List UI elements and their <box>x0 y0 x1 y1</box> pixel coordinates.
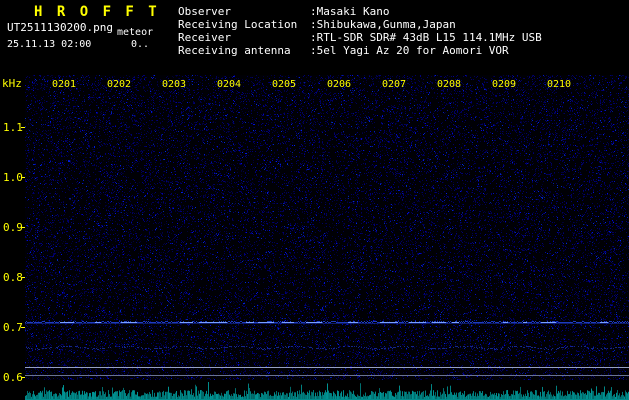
spectrogram-canvas <box>25 75 629 380</box>
output-filename: UT2511130200.png <box>7 21 113 34</box>
level-strip-canvas <box>25 382 629 400</box>
y-axis-tick <box>21 127 25 128</box>
y-axis-tick <box>21 277 25 278</box>
x-tick-label: 0208 <box>437 79 461 90</box>
x-tick-label: 0205 <box>272 79 296 90</box>
x-tick-label: 0206 <box>327 79 351 90</box>
app-title: H R O F F T <box>34 4 160 20</box>
y-axis-tick <box>21 327 25 328</box>
observer-value: :Masaki Kano <box>310 5 389 18</box>
y-tick-label: 0.8 <box>3 271 23 284</box>
antenna-label: Receiving antenna <box>178 44 310 57</box>
y-tick-label: 0.7 <box>3 321 23 334</box>
x-tick-label: 0204 <box>217 79 241 90</box>
receiver-label: Receiver <box>178 31 310 44</box>
y-axis-tick <box>21 177 25 178</box>
receiver-value: :RTL-SDR SDR# 43dB L15 114.1MHz USB <box>310 31 542 44</box>
x-tick-label: 0202 <box>107 79 131 90</box>
location-value: :Shibukawa,Gunma,Japan <box>310 18 456 31</box>
y-axis-unit: kHz <box>2 77 22 90</box>
station-info: Observer :Masaki Kano Receiving Location… <box>178 5 542 57</box>
x-tick-label: 0203 <box>162 79 186 90</box>
hrofft-screen: H R O F F T UT2511130200.png meteor 25.1… <box>0 0 629 400</box>
x-tick-label: 0209 <box>492 79 516 90</box>
y-axis-tick <box>21 377 25 378</box>
station-info-row: Receiving Location :Shibukawa,Gunma,Japa… <box>178 18 542 31</box>
y-tick-label: 0.9 <box>3 221 23 234</box>
station-info-row: Receiver :RTL-SDR SDR# 43dB L15 114.1MHz… <box>178 31 542 44</box>
y-axis-tick <box>21 227 25 228</box>
y-tick-label: 1.0 <box>3 171 23 184</box>
mode-label: meteor <box>117 27 153 38</box>
antenna-value: :5el Yagi Az 20 for Aomori VOR <box>310 44 509 57</box>
observer-label: Observer <box>178 5 310 18</box>
x-tick-label: 0201 <box>52 79 76 90</box>
datetime-label: 25.11.13 02:00 <box>7 39 91 50</box>
x-tick-label: 0210 <box>547 79 571 90</box>
x-tick-label: 0207 <box>382 79 406 90</box>
station-info-row: Observer :Masaki Kano <box>178 5 542 18</box>
location-label: Receiving Location <box>178 18 310 31</box>
station-info-row: Receiving antenna :5el Yagi Az 20 for Ao… <box>178 44 542 57</box>
y-tick-label: 1.1 <box>3 121 23 134</box>
y-tick-label: 0.6 <box>3 371 23 384</box>
counter-label: 0.. <box>131 39 149 50</box>
